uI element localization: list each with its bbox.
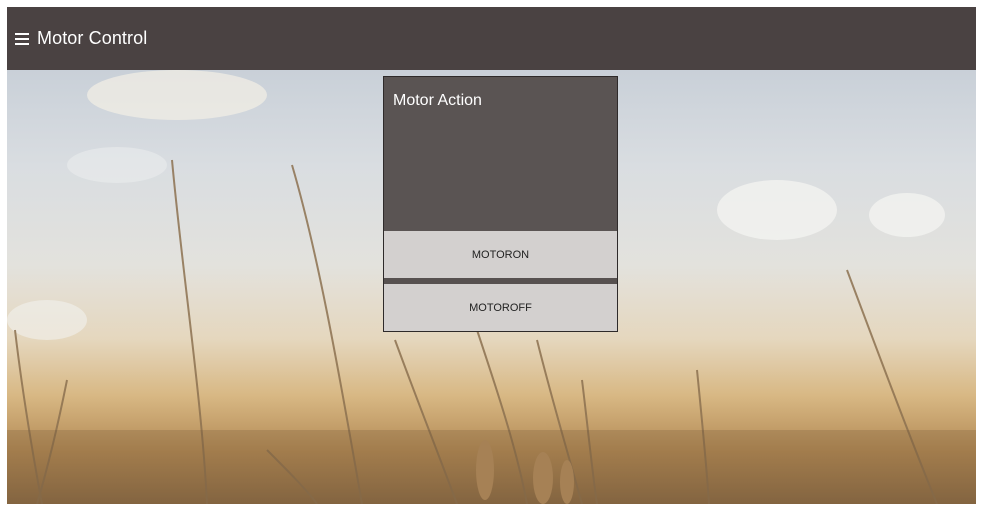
motor-on-button[interactable]: MOTORON <box>384 231 617 278</box>
app-header: Motor Control <box>7 7 976 70</box>
app-window: Motor Control Motor Action MOTORON MOTOR… <box>7 7 976 504</box>
hamburger-menu-icon[interactable] <box>15 32 29 45</box>
app-title: Motor Control <box>37 28 148 48</box>
motor-off-button[interactable]: MOTOROFF <box>384 284 617 331</box>
card-title: Motor Action <box>384 77 617 231</box>
motor-action-card: Motor Action MOTORON MOTOROFF <box>383 76 618 332</box>
